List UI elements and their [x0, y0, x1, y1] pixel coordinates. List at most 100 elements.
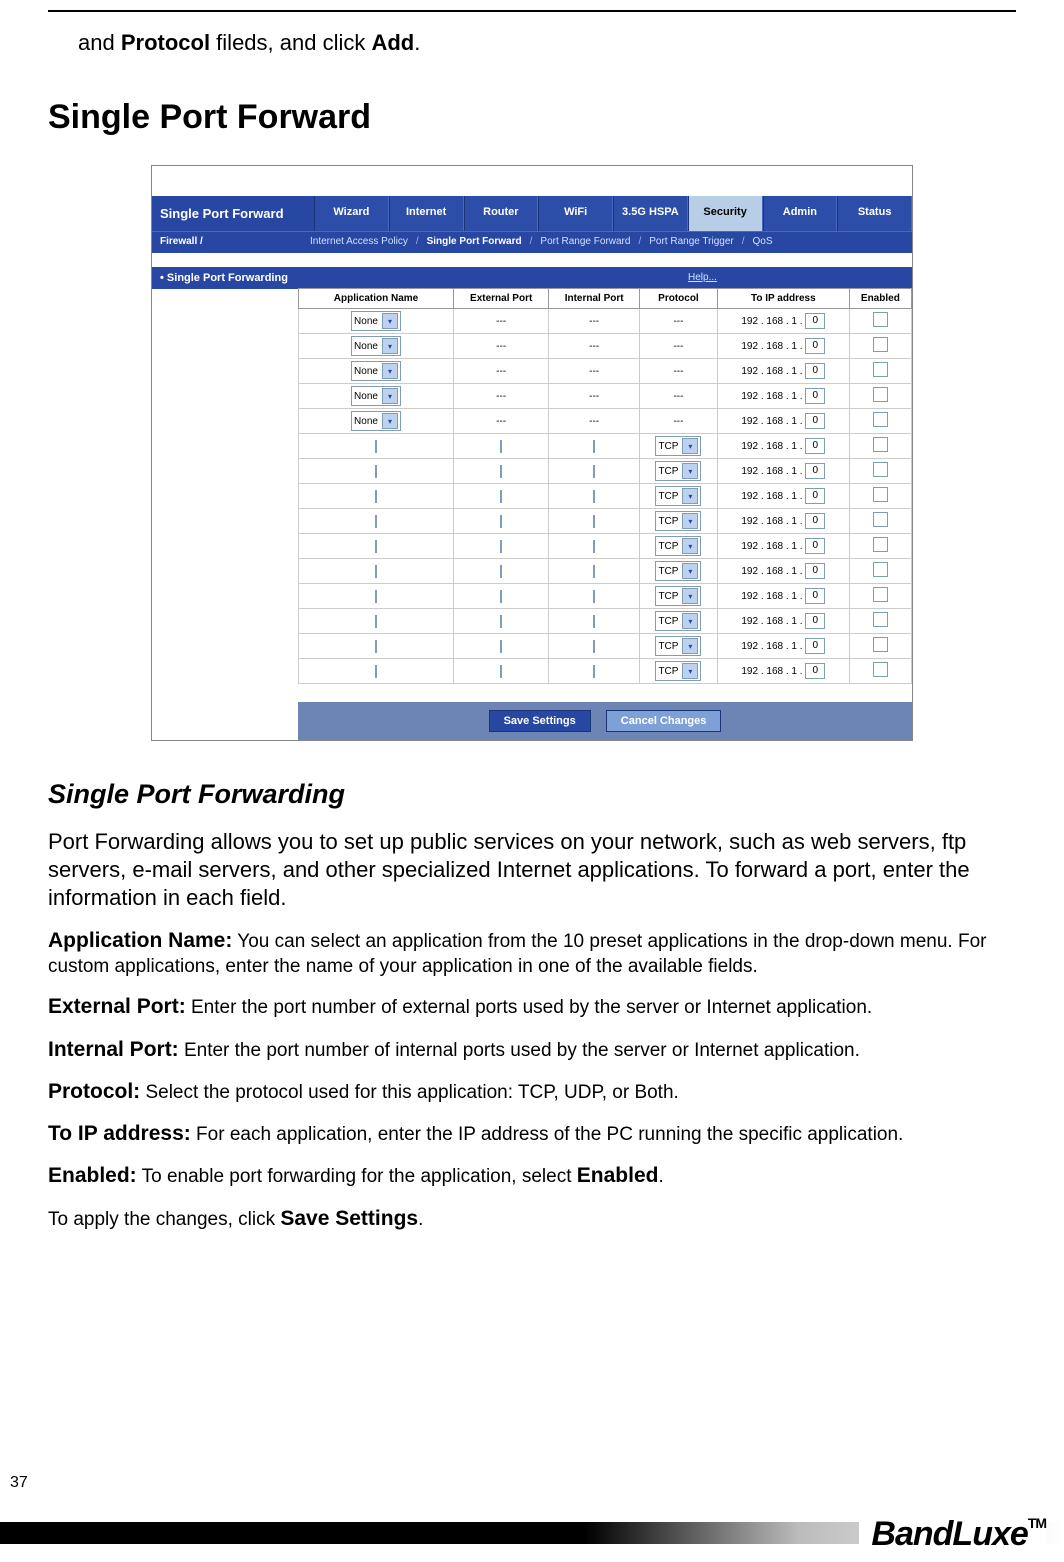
enabled-checkbox[interactable] [873, 662, 888, 677]
select-none[interactable]: None▾ [351, 386, 401, 406]
save-settings-button[interactable]: Save Settings [489, 710, 591, 732]
select-none[interactable]: None▾ [351, 336, 401, 356]
external-port-input[interactable] [500, 615, 502, 628]
enabled-checkbox[interactable] [873, 537, 888, 552]
enabled-checkbox[interactable] [873, 637, 888, 652]
help-link[interactable]: Help... [688, 272, 717, 283]
enabled-checkbox[interactable] [873, 487, 888, 502]
external-port-input[interactable] [500, 490, 502, 503]
external-port-input[interactable] [500, 540, 502, 553]
select-tcp[interactable]: TCP▾ [655, 561, 701, 581]
internal-port-input[interactable] [593, 640, 595, 653]
app-name-input[interactable] [375, 540, 377, 553]
ip-last-octet-input[interactable]: 0 [805, 613, 825, 629]
app-name-input[interactable] [375, 640, 377, 653]
select-tcp[interactable]: TCP▾ [655, 511, 701, 531]
external-port-input[interactable] [500, 515, 502, 528]
external-port-input[interactable] [500, 565, 502, 578]
app-name-input[interactable] [375, 565, 377, 578]
ip-last-octet-input[interactable]: 0 [805, 388, 825, 404]
ip-last-octet-input[interactable]: 0 [805, 363, 825, 379]
enabled-checkbox[interactable] [873, 587, 888, 602]
internal-port-input[interactable] [593, 465, 595, 478]
cancel-changes-button[interactable]: Cancel Changes [606, 710, 722, 732]
enabled-checkbox[interactable] [873, 512, 888, 527]
enabled-checkbox[interactable] [873, 437, 888, 452]
ip-last-octet-input[interactable]: 0 [805, 413, 825, 429]
rest: For each application, enter the IP addre… [191, 1124, 904, 1145]
tab-router[interactable]: Router [464, 196, 539, 231]
tab-wizard[interactable]: Wizard [314, 196, 389, 231]
table-row: TCP▾192 . 168 . 1 . 0 [299, 659, 912, 684]
app-name-input[interactable] [375, 590, 377, 603]
app-name-input[interactable] [375, 615, 377, 628]
select-tcp[interactable]: TCP▾ [655, 536, 701, 556]
internal-port-input[interactable] [593, 515, 595, 528]
external-port-input[interactable] [500, 590, 502, 603]
internal-port-input[interactable] [593, 590, 595, 603]
intro-bold2: Add [371, 30, 414, 55]
ip-last-octet-input[interactable]: 0 [805, 313, 825, 329]
ip-last-octet-input[interactable]: 0 [805, 638, 825, 654]
enabled-checkbox[interactable] [873, 337, 888, 352]
select-tcp[interactable]: TCP▾ [655, 586, 701, 606]
protocol-cell: --- [639, 309, 717, 334]
select-none[interactable]: None▾ [351, 311, 401, 331]
tab-wifi[interactable]: WiFi [538, 196, 613, 231]
enabled-checkbox[interactable] [873, 562, 888, 577]
select-tcp[interactable]: TCP▾ [655, 486, 701, 506]
ip-last-octet-input[interactable]: 0 [805, 438, 825, 454]
ip-last-octet-input[interactable]: 0 [805, 338, 825, 354]
tab-security[interactable]: Security [688, 196, 763, 231]
ip-last-octet-input[interactable]: 0 [805, 663, 825, 679]
ip-last-octet-input[interactable]: 0 [805, 513, 825, 529]
app-name-input[interactable] [375, 665, 377, 678]
enabled-checkbox[interactable] [873, 362, 888, 377]
app-name-input[interactable] [375, 440, 377, 453]
enabled-checkbox[interactable] [873, 387, 888, 402]
ip-last-octet-input[interactable]: 0 [805, 563, 825, 579]
subnav-port-range-forward[interactable]: Port Range Forward [540, 236, 630, 247]
enabled-checkbox[interactable] [873, 412, 888, 427]
internal-port-input[interactable] [593, 665, 595, 678]
internal-port-input[interactable] [593, 490, 595, 503]
brand-text: BandLuxe [871, 1515, 1027, 1553]
ip-last-octet-input[interactable]: 0 [805, 463, 825, 479]
enabled-checkbox[interactable] [873, 612, 888, 627]
select-tcp[interactable]: TCP▾ [655, 636, 701, 656]
app-name-input[interactable] [375, 490, 377, 503]
select-tcp[interactable]: TCP▾ [655, 611, 701, 631]
tab-internet[interactable]: Internet [389, 196, 464, 231]
app-name-input[interactable] [375, 515, 377, 528]
select-tcp[interactable]: TCP▾ [655, 661, 701, 681]
ip-last-octet-input[interactable]: 0 [805, 538, 825, 554]
select-none[interactable]: None▾ [351, 361, 401, 381]
ip-last-octet-input[interactable]: 0 [805, 488, 825, 504]
internal-port-input[interactable] [593, 440, 595, 453]
tab-3-5g-hspa[interactable]: 3.5G HSPA [613, 196, 688, 231]
col-internal-port: Internal Port [549, 289, 640, 309]
subnav-single-port-forward[interactable]: Single Port Forward [427, 236, 522, 247]
rest: Enter the port number of internal ports … [179, 1040, 860, 1061]
external-port-input[interactable] [500, 665, 502, 678]
ip-cell: 192 . 168 . 1 . 0 [741, 541, 825, 552]
select-tcp[interactable]: TCP▾ [655, 461, 701, 481]
external-port-cell: --- [454, 359, 549, 384]
subnav-qos[interactable]: QoS [753, 236, 773, 247]
external-port-input[interactable] [500, 640, 502, 653]
tab-admin[interactable]: Admin [763, 196, 838, 231]
select-tcp[interactable]: TCP▾ [655, 436, 701, 456]
subnav-port-range-trigger[interactable]: Port Range Trigger [649, 236, 734, 247]
ip-last-octet-input[interactable]: 0 [805, 588, 825, 604]
tab-status[interactable]: Status [837, 196, 912, 231]
select-none[interactable]: None▾ [351, 411, 401, 431]
enabled-checkbox[interactable] [873, 312, 888, 327]
internal-port-input[interactable] [593, 540, 595, 553]
subnav-internet-access-policy[interactable]: Internet Access Policy [310, 236, 408, 247]
enabled-checkbox[interactable] [873, 462, 888, 477]
internal-port-input[interactable] [593, 565, 595, 578]
app-name-input[interactable] [375, 465, 377, 478]
external-port-input[interactable] [500, 465, 502, 478]
internal-port-input[interactable] [593, 615, 595, 628]
external-port-input[interactable] [500, 440, 502, 453]
